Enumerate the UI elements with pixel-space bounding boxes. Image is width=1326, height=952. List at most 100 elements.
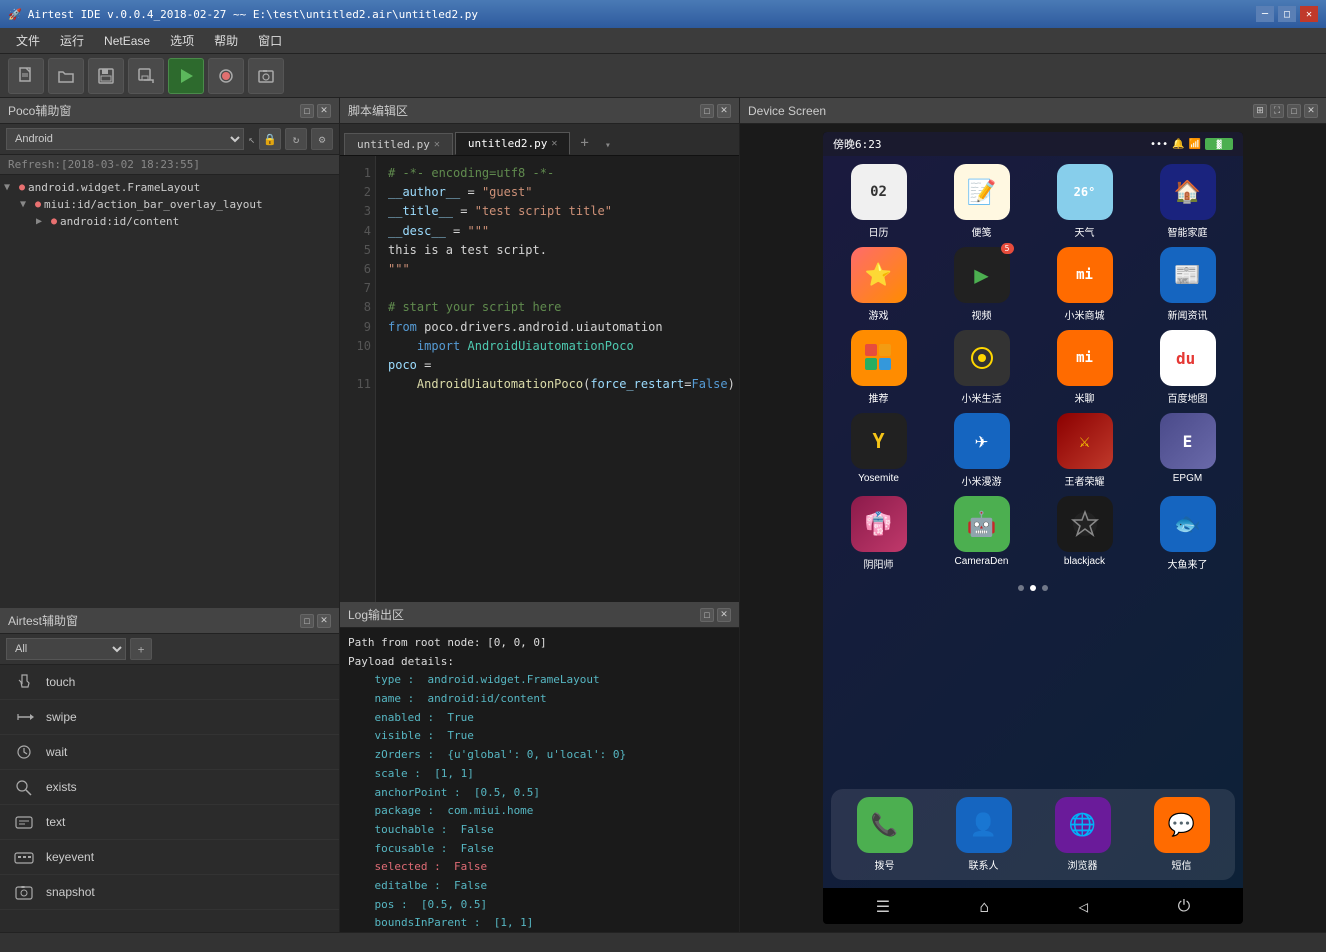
poco-float-button[interactable]: □ — [300, 104, 314, 118]
tab-dropdown-button[interactable]: ▾ — [597, 136, 619, 155]
app-blackjack[interactable]: blackjack — [1037, 496, 1132, 571]
app-baidumap[interactable]: du 百度地图 — [1140, 330, 1235, 405]
dock-browser[interactable]: 🌐 浏览器 — [1037, 797, 1128, 872]
app-mishop[interactable]: mi 小米商城 — [1037, 247, 1132, 322]
open-file-button[interactable] — [48, 58, 84, 94]
page-dot-3[interactable] — [1042, 585, 1048, 591]
dock-sms[interactable]: 💬 短信 — [1136, 797, 1227, 872]
app-video[interactable]: ▶ 5 视频 — [934, 247, 1029, 322]
app-epgm[interactable]: E EPGM — [1140, 413, 1235, 488]
airtest-add-button[interactable]: + — [130, 638, 152, 660]
poco-lock-button[interactable]: 🔒 — [259, 128, 281, 150]
airtest-filter-select[interactable]: All — [6, 638, 126, 660]
airtest-item-swipe[interactable]: swipe — [0, 700, 339, 735]
tab-close-untitled1[interactable]: ✕ — [434, 139, 440, 150]
app-xiaomanyvou[interactable]: ✈ 小米漫游 — [934, 413, 1029, 488]
log-line-6: visible : True — [348, 727, 731, 746]
maximize-button[interactable]: □ — [1278, 6, 1296, 22]
tab-add-button[interactable]: + — [572, 131, 596, 155]
tab-untitled2[interactable]: untitled2.py ✕ — [455, 132, 571, 155]
app-yinyang[interactable]: 👘 阴阳师 — [831, 496, 926, 571]
nav-menu-button[interactable]: ☰ — [876, 897, 890, 916]
editor-float-button[interactable]: □ — [700, 104, 714, 118]
editor-close-button[interactable]: ✕ — [717, 104, 731, 118]
save-button[interactable] — [88, 58, 124, 94]
nav-home-button[interactable]: ⌂ — [979, 897, 989, 916]
device-close-button[interactable]: ✕ — [1304, 104, 1318, 118]
app-recommend[interactable]: 推荐 — [831, 330, 926, 405]
menu-window[interactable]: 窗口 — [248, 30, 292, 51]
app-smarthome[interactable]: 🏠 智能家庭 — [1140, 164, 1235, 239]
poco-refresh-button[interactable]: ↻ — [285, 128, 307, 150]
app-icon-xiaomanyvou: ✈ — [954, 413, 1010, 469]
tree-node-content[interactable]: ▶ ● android:id/content — [0, 213, 339, 230]
phone-frame: 傍晚6:23 ••• 🔔 📶 ▓ 02 日历 — [823, 132, 1243, 924]
log-float-button[interactable]: □ — [700, 608, 714, 622]
tree-node-framelayout[interactable]: ▼ ● android.widget.FrameLayout — [0, 179, 339, 196]
poco-settings-button[interactable]: ⚙ — [311, 128, 333, 150]
menu-run[interactable]: 运行 — [50, 30, 94, 51]
left-panels: Poco辅助窗 □ ✕ Android iOS ↖ 🔒 ↻ ⚙ Refresh:… — [0, 98, 340, 932]
nav-power-button[interactable]: ⏻ — [1178, 896, 1191, 916]
tree-toggle-framelayout[interactable]: ▼ — [4, 182, 16, 193]
dock-contacts[interactable]: 👤 联系人 — [938, 797, 1029, 872]
app-games[interactable]: ⭐ 游戏 — [831, 247, 926, 322]
menu-file[interactable]: 文件 — [6, 30, 50, 51]
app-label-mishop: 小米商城 — [1065, 307, 1105, 322]
minimize-button[interactable]: ─ — [1256, 6, 1274, 22]
play-button[interactable] — [168, 58, 204, 94]
log-close-button[interactable]: ✕ — [717, 608, 731, 622]
dock-browser-label: 浏览器 — [1068, 857, 1098, 872]
device-float-button[interactable]: □ — [1287, 104, 1301, 118]
airtest-close-button[interactable]: ✕ — [317, 614, 331, 628]
dock-phone-label: 拨号 — [875, 857, 895, 872]
tree-toggle-content[interactable]: ▶ — [36, 216, 48, 227]
page-dot-2[interactable] — [1030, 585, 1036, 591]
airtest-item-text[interactable]: text — [0, 805, 339, 840]
app-calendar[interactable]: 02 日历 — [831, 164, 926, 239]
close-button[interactable]: ✕ — [1300, 6, 1318, 22]
tree-label-framelayout: android.widget.FrameLayout — [28, 181, 200, 194]
menu-help[interactable]: 帮助 — [204, 30, 248, 51]
airtest-item-keyevent[interactable]: keyevent — [0, 840, 339, 875]
record-button[interactable] — [208, 58, 244, 94]
app-weather[interactable]: 26° 天气 — [1037, 164, 1132, 239]
airtest-float-button[interactable]: □ — [300, 614, 314, 628]
code-editor[interactable]: # -*- encoding=utf8 -*- __author__ = "gu… — [376, 156, 739, 602]
menu-netease[interactable]: NetEase — [94, 32, 160, 50]
app-milife[interactable]: 小米生活 — [934, 330, 1029, 405]
tab-close-untitled2[interactable]: ✕ — [551, 138, 557, 149]
page-dot-1[interactable] — [1018, 585, 1024, 591]
app-dayu[interactable]: 🐟 大鱼来了 — [1140, 496, 1235, 571]
new-file-button[interactable] — [8, 58, 44, 94]
app-notes[interactable]: 📝 便笺 — [934, 164, 1029, 239]
app-yosemite[interactable]: Y Yosemite — [831, 413, 926, 488]
app-grid-row2: ⭐ 游戏 ▶ 5 视频 mi 小米商城 — [831, 247, 1235, 322]
poco-close-button[interactable]: ✕ — [317, 104, 331, 118]
save-as-button[interactable] — [128, 58, 164, 94]
app-news[interactable]: 📰 新闻资讯 — [1140, 247, 1235, 322]
app-miliao[interactable]: mi 米聊 — [1037, 330, 1132, 405]
airtest-item-wait[interactable]: wait — [0, 735, 339, 770]
device-fullscreen-button[interactable]: ⛶ — [1270, 104, 1284, 118]
app-wangzhe[interactable]: ⚔ 王者荣耀 — [1037, 413, 1132, 488]
toolbar — [0, 54, 1326, 98]
tab-untitled1[interactable]: untitled.py ✕ — [344, 133, 453, 155]
poco-platform-select[interactable]: Android iOS — [6, 128, 244, 150]
airtest-item-snapshot[interactable]: snapshot — [0, 875, 339, 910]
screenshot-button[interactable] — [248, 58, 284, 94]
tree-node-actionbar[interactable]: ▼ ● miui:id/action_bar_overlay_layout — [0, 196, 339, 213]
nav-back-button[interactable]: ◁ — [1079, 897, 1089, 916]
airtest-item-touch[interactable]: touch — [0, 665, 339, 700]
app-label-cameraden: CameraDen — [955, 556, 1009, 567]
dock-phone[interactable]: 📞 拨号 — [839, 797, 930, 872]
poco-refresh-label: Refresh:[2018-03-02 18:23:55] — [0, 155, 339, 175]
app-icon-miliao: mi — [1057, 330, 1113, 386]
tree-toggle-actionbar[interactable]: ▼ — [20, 199, 32, 210]
airtest-item-exists[interactable]: exists — [0, 770, 339, 805]
menu-options[interactable]: 选项 — [160, 30, 204, 51]
airtest-panel-controls: □ ✕ — [300, 614, 331, 628]
app-cameraden[interactable]: 🤖 CameraDen — [934, 496, 1029, 571]
exists-icon — [10, 776, 38, 798]
device-grid-button[interactable]: ⊞ — [1253, 104, 1267, 118]
